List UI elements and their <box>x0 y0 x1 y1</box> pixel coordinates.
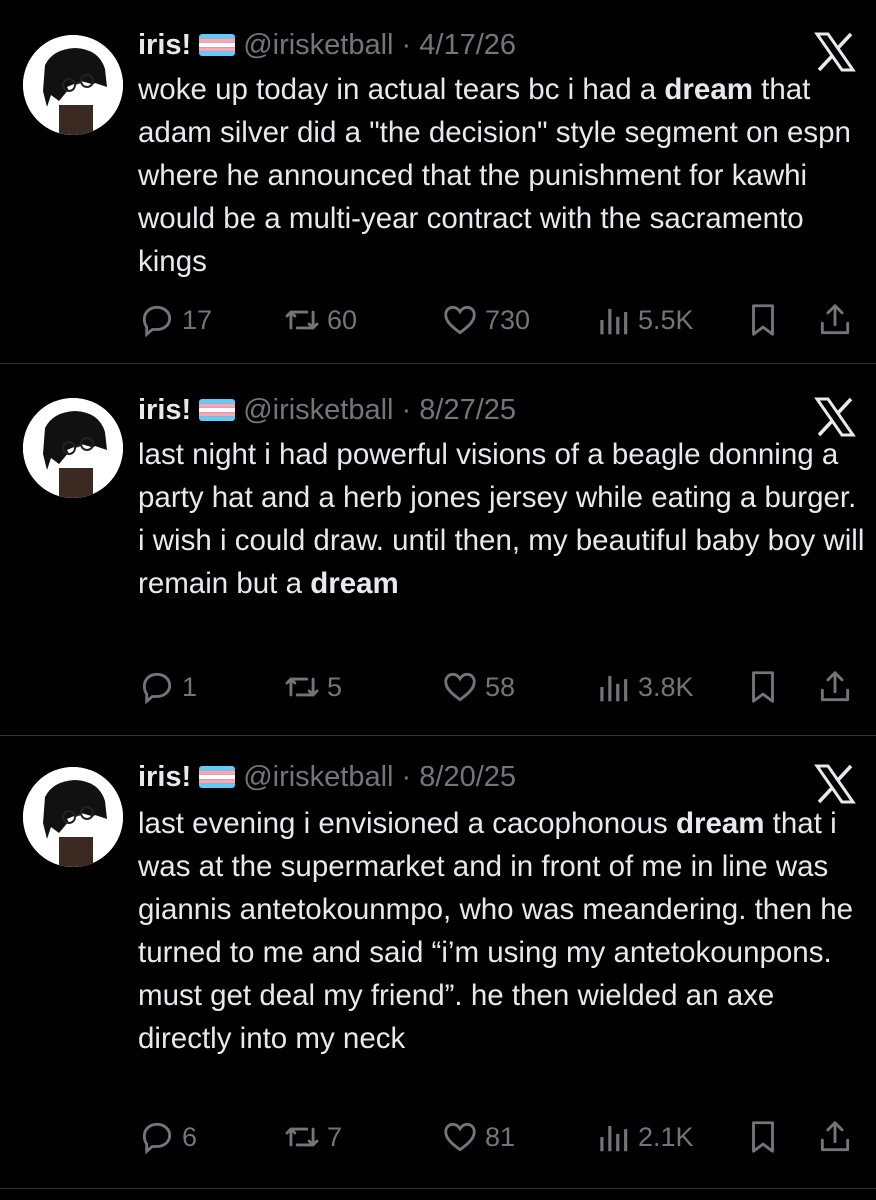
tweet-divider <box>0 363 876 364</box>
tweet-date[interactable]: 8/27/25 <box>419 394 516 426</box>
heart-icon <box>441 301 479 339</box>
bookmark-button[interactable] <box>744 1118 782 1156</box>
views-icon <box>594 1118 632 1156</box>
bookmark-icon <box>744 301 782 339</box>
trans-flag-icon <box>199 34 236 56</box>
handle[interactable]: @irisketball <box>243 394 393 426</box>
separator-dot: · <box>393 29 420 61</box>
heart-icon <box>441 1118 479 1156</box>
share-icon <box>816 1118 854 1156</box>
text-segment: last evening i envisioned a cacophonous <box>138 807 676 840</box>
x-logo-icon <box>814 32 856 72</box>
heart-icon <box>441 668 479 706</box>
replies-count: 6 <box>182 1121 198 1152</box>
bookmark-icon <box>744 668 782 706</box>
tweet-header: iris! @irisketball · 4/17/26 <box>138 28 516 62</box>
x-logo-icon <box>814 764 856 804</box>
share-button[interactable] <box>816 1118 854 1156</box>
likes-count: 58 <box>485 671 516 702</box>
handle[interactable]: @irisketball <box>243 29 393 61</box>
share-icon <box>816 668 854 706</box>
retweets-count: 7 <box>327 1121 343 1152</box>
share-icon <box>816 301 854 339</box>
like-button[interactable]: 58 <box>441 668 515 706</box>
likes-count: 730 <box>485 304 531 335</box>
text-segment: woke up today in actual tears bc i had a <box>138 73 665 106</box>
views-count: 3.8K <box>638 671 694 702</box>
x-logo-icon <box>814 397 856 437</box>
retweet-icon <box>283 668 321 706</box>
like-button[interactable]: 730 <box>441 301 530 339</box>
likes-count: 81 <box>485 1121 516 1152</box>
reply-icon <box>138 301 176 339</box>
avatar[interactable] <box>23 398 123 498</box>
tweet-header: iris! @irisketball · 8/27/25 <box>138 393 516 427</box>
share-button[interactable] <box>816 301 854 339</box>
tweet-header: iris! @irisketball · 8/20/25 <box>138 760 516 794</box>
avatar[interactable] <box>23 35 123 135</box>
retweets-count: 5 <box>327 671 343 702</box>
views-count: 2.1K <box>638 1121 694 1152</box>
display-name[interactable]: iris! <box>138 394 191 426</box>
views-button[interactable]: 2.1K <box>594 1118 694 1156</box>
retweet-icon <box>283 301 321 339</box>
retweet-icon <box>283 1118 321 1156</box>
trans-flag-icon <box>199 399 236 421</box>
bookmark-icon <box>744 1118 782 1156</box>
bookmark-button[interactable] <box>744 301 782 339</box>
tweet-actions: 6 7 81 2.1K <box>0 1115 876 1159</box>
separator-dot: · <box>393 394 420 426</box>
views-count: 5.5K <box>638 304 694 335</box>
highlighted-term: dream <box>675 807 765 840</box>
views-button[interactable]: 5.5K <box>594 301 694 339</box>
reply-button[interactable]: 6 <box>138 1118 197 1156</box>
display-name[interactable]: iris! <box>138 761 191 793</box>
handle[interactable]: @irisketball <box>243 761 393 793</box>
tweet-text: last night i had powerful visions of a b… <box>138 433 868 605</box>
reply-button[interactable]: 17 <box>138 301 212 339</box>
like-button[interactable]: 81 <box>441 1118 515 1156</box>
highlighted-term: dream <box>664 73 753 106</box>
reply-icon <box>138 1118 176 1156</box>
tweet-actions: 17 60 730 5.5K <box>0 298 876 342</box>
highlighted-term: dream <box>310 567 399 600</box>
views-icon <box>594 668 632 706</box>
retweet-button[interactable]: 60 <box>283 301 357 339</box>
text-segment: last night i had powerful visions of a b… <box>138 438 865 600</box>
reply-button[interactable]: 1 <box>138 668 197 706</box>
replies-count: 17 <box>182 304 213 335</box>
tweet-date[interactable]: 4/17/26 <box>419 29 516 61</box>
retweet-button[interactable]: 5 <box>283 668 342 706</box>
share-button[interactable] <box>816 668 854 706</box>
trans-flag-icon <box>199 766 236 788</box>
views-icon <box>594 301 632 339</box>
tweet-actions: 1 5 58 3.8K <box>0 665 876 709</box>
bookmark-button[interactable] <box>744 668 782 706</box>
avatar[interactable] <box>23 767 123 867</box>
tweet-divider <box>0 1188 876 1189</box>
separator-dot: · <box>393 761 420 793</box>
display-name[interactable]: iris! <box>138 29 191 61</box>
replies-count: 1 <box>182 671 198 702</box>
views-button[interactable]: 3.8K <box>594 668 694 706</box>
retweet-button[interactable]: 7 <box>283 1118 342 1156</box>
tweet-text: woke up today in actual tears bc i had a… <box>138 68 868 283</box>
text-segment: that i was at the supermarket and in fro… <box>138 807 854 1055</box>
retweets-count: 60 <box>327 304 358 335</box>
tweet-divider <box>0 735 876 736</box>
tweet-text: last evening i envisioned a cacophonous … <box>138 802 868 1060</box>
tweet-date[interactable]: 8/20/25 <box>419 761 516 793</box>
reply-icon <box>138 668 176 706</box>
